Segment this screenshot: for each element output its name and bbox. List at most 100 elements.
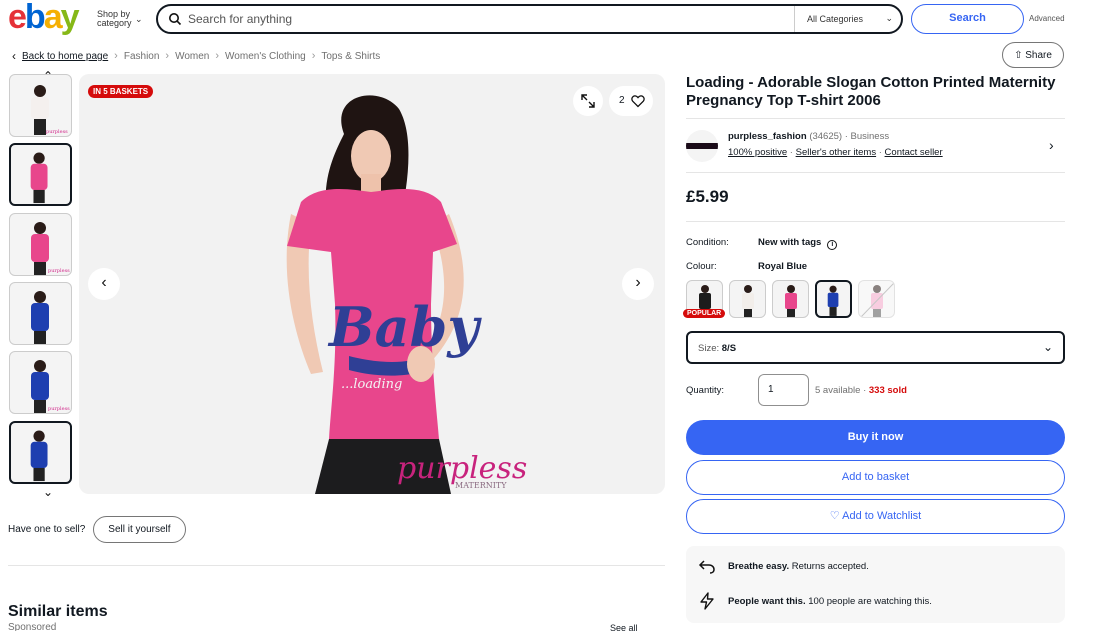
breadcrumb: ‹ Back to home page › Fashion › Women › … [12, 49, 380, 63]
breadcrumb-separator: › [165, 50, 170, 62]
swatch-image [860, 282, 894, 317]
size-label: Size: [698, 343, 720, 354]
search-button[interactable]: Search [911, 4, 1024, 34]
chevron-down-icon: ⌄ [135, 14, 143, 24]
seller-logo-bar [686, 143, 718, 149]
main-product-image[interactable]: Baby ...loading purpless MATERNITY IN 5 … [79, 74, 665, 494]
seller-type: Business [850, 131, 890, 142]
thumbnail-image: purpless [31, 85, 68, 135]
size-value: 8/S [721, 343, 737, 354]
svg-text:...loading: ...loading [341, 377, 402, 392]
colour-swatch[interactable] [772, 280, 809, 318]
product-photo: Baby ...loading purpless MATERNITY [286, 95, 527, 494]
divider [686, 118, 1065, 119]
add-to-watchlist-button[interactable]: ♡ Add to Watchlist [686, 499, 1065, 534]
thumbnail[interactable] [9, 282, 72, 345]
colour-value: Royal Blue [758, 261, 808, 272]
breadcrumb-item-women[interactable]: Women [175, 51, 209, 62]
info-icon[interactable]: i [827, 240, 838, 250]
seller-info: purpless_fashion (34625) · Business [728, 131, 889, 142]
colour-swatch-selected[interactable] [815, 280, 852, 318]
watch-button[interactable]: 2 [609, 86, 653, 116]
search-input[interactable] [188, 11, 768, 27]
add-to-watchlist-label: Add to Watchlist [842, 510, 922, 522]
chevron-left-icon: ‹ [12, 49, 16, 63]
breadcrumb-item-fashion[interactable]: Fashion [124, 51, 160, 62]
watching-info: People want this. 100 people are watchin… [698, 592, 932, 610]
baskets-badge: IN 5 BASKETS [88, 85, 154, 98]
svg-text:purpless: purpless [46, 129, 68, 135]
thumbnail-image [30, 152, 48, 204]
chevron-right-icon: › [635, 274, 641, 291]
product-title: Loading - Adorable Slogan Cotton Printed… [686, 74, 1056, 109]
search-bar: All Categories ⌄ [156, 4, 903, 34]
back-to-home-link[interactable]: Back to home page [22, 51, 108, 62]
advanced-search-link[interactable]: Advanced [1029, 14, 1065, 23]
seller-dot: · [844, 131, 848, 142]
sponsored-label: Sponsored [8, 622, 57, 631]
sell-prompt: Have one to sell? [8, 524, 86, 535]
thumbnail[interactable]: purpless [9, 213, 72, 276]
logo-letter-y: y [60, 0, 80, 36]
shop-by-category-button[interactable]: Shop by category [97, 10, 132, 28]
sold-count: 333 sold [868, 385, 907, 396]
popular-badge: POPULAR [683, 309, 726, 318]
colour-swatch-unavailable[interactable] [858, 280, 895, 318]
category-select[interactable]: All Categories ⌄ [794, 6, 901, 32]
price: £5.99 [686, 187, 729, 206]
seller-avatar[interactable] [686, 130, 718, 162]
swatch-image [742, 285, 754, 317]
thumbnail-down-arrow[interactable]: ⌄ [40, 486, 56, 498]
expand-image-button[interactable] [573, 86, 603, 116]
see-all-link[interactable]: See all [610, 623, 638, 631]
chevron-down-icon: ⌄ [1042, 340, 1053, 354]
logo-letter-a: a [43, 0, 63, 36]
condition-label: Condition: [686, 237, 729, 248]
thumbnail-active[interactable] [9, 143, 72, 206]
chevron-down-icon: ⌄ [885, 13, 893, 23]
divider [686, 221, 1065, 222]
breadcrumb-item-tops-shirts[interactable]: Tops & Shirts [321, 51, 380, 62]
condition-value: New with tags i [758, 237, 838, 250]
contact-seller-link[interactable]: Contact seller [885, 147, 943, 158]
returns-text: Returns accepted. [791, 560, 869, 572]
thumbnail[interactable] [9, 421, 72, 484]
divider [686, 172, 1065, 173]
ebay-logo[interactable]: ebay [8, 0, 80, 36]
category-select-label: All Categories [807, 14, 864, 24]
seller-other-items-link[interactable]: Seller's other items [796, 147, 876, 158]
sell-it-yourself-button[interactable]: Sell it yourself [93, 516, 186, 543]
thumbnail-image: purpless [31, 222, 70, 275]
thumbnail-strip: ⌃ purpless purpless purpless ⌄ [8, 66, 74, 498]
returns-bold: Breathe easy. [728, 560, 790, 572]
chevron-right-icon[interactable]: › [1049, 137, 1054, 153]
seller-positive-link[interactable]: 100% positive [728, 147, 787, 158]
swatch-image [827, 285, 839, 316]
size-select[interactable]: Size: 8/S ⌄ [686, 331, 1065, 364]
logo-letter-b: b [24, 0, 46, 36]
previous-image-button[interactable]: ‹ [88, 268, 120, 300]
share-button[interactable]: ⇧ Share [1002, 42, 1064, 68]
separator-dot: · [863, 385, 867, 396]
add-to-basket-button[interactable]: Add to basket [686, 460, 1065, 495]
svg-text:MATERNITY: MATERNITY [455, 481, 507, 490]
heart-icon: ♡ [829, 510, 840, 522]
returns-icon [698, 560, 715, 574]
next-image-button[interactable]: › [622, 268, 654, 300]
thumbnail[interactable]: purpless [9, 351, 72, 414]
buy-it-now-button[interactable]: Buy it now [686, 420, 1065, 455]
swatch-image [785, 285, 797, 317]
returns-info: Breathe easy. Returns accepted. [698, 557, 869, 575]
breadcrumb-item-womens-clothing[interactable]: Women's Clothing [225, 51, 306, 62]
thumbnail[interactable]: purpless [9, 74, 72, 137]
seller-feedback-count[interactable]: (34625) [809, 131, 842, 142]
quantity-input[interactable]: 1 [758, 374, 809, 406]
svg-text:purpless: purpless [48, 268, 70, 274]
colour-label: Colour: [686, 261, 717, 272]
breadcrumb-separator: › [311, 50, 316, 62]
condition-text: New with tags [758, 237, 822, 248]
colour-swatch[interactable] [729, 280, 766, 318]
info-panel: Breathe easy. Returns accepted. People w… [686, 546, 1065, 623]
chevron-left-icon: ‹ [101, 274, 107, 291]
seller-name-link[interactable]: purpless_fashion [728, 131, 807, 142]
